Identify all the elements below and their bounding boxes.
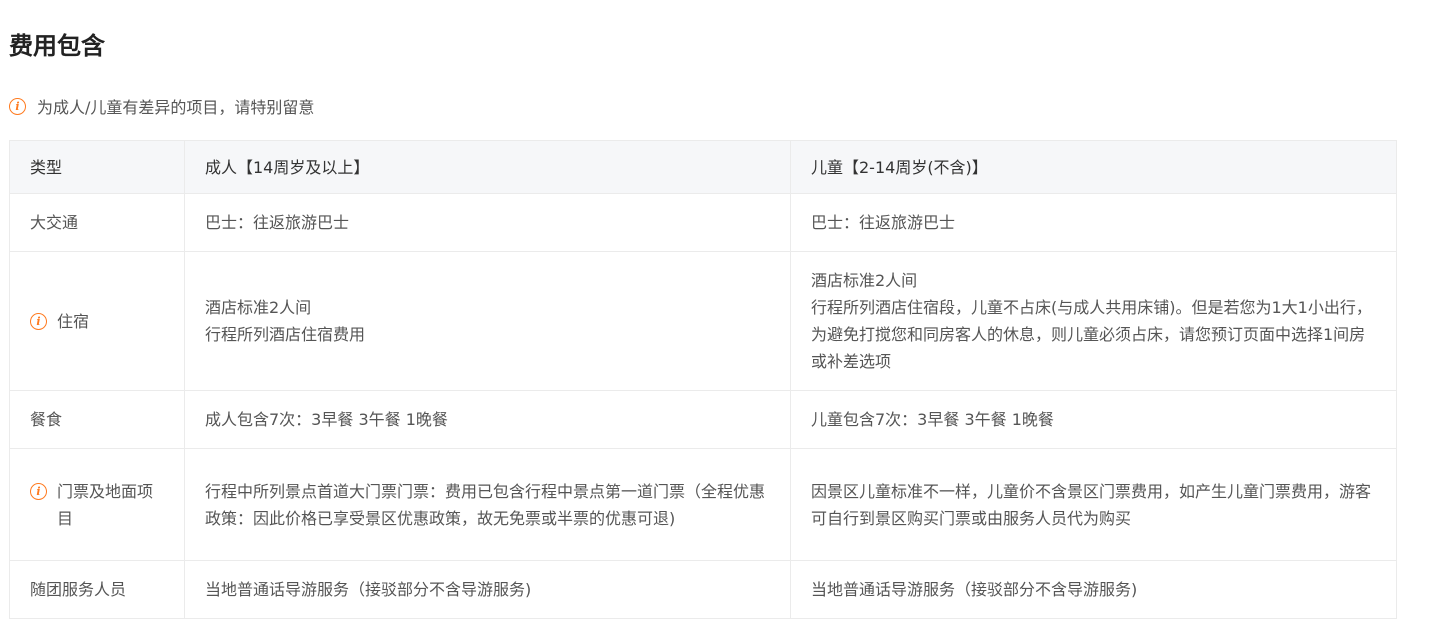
table-row: 餐食 成人包含7次：3早餐 3午餐 1晚餐 儿童包含7次：3早餐 3午餐 1晚餐	[9, 390, 1397, 449]
row-type-label: 随团服务人员	[30, 580, 127, 599]
child-text: 行程所列酒店住宿段，儿童不占床(与成人共用床铺)。但是若您为1大1小出行，为避免…	[811, 298, 1372, 371]
adult-text: 酒店标准2人间	[205, 298, 312, 317]
table-row: 随团服务人员 当地普通话导游服务（接驳部分不含导游服务) 当地普通话导游服务（接…	[9, 560, 1397, 619]
adult-cell: 行程中所列景点首道大门票门票：费用已包含行程中景点第一道门票（全程优惠政策：因此…	[184, 448, 791, 561]
child-cell: 因景区儿童标准不一样，儿童价不含景区门票费用，如产生儿童门票费用，游客可自行到景…	[790, 448, 1397, 561]
table-row: 大交通 巴士：往返旅游巴士 巴士：往返旅游巴士	[9, 193, 1397, 252]
fee-included-table: 类型 成人【14周岁及以上】 儿童【2-14周岁(不含)】 大交通 巴士：往返旅…	[9, 140, 1397, 619]
child-text: 酒店标准2人间	[811, 271, 918, 290]
child-cell: 巴士：往返旅游巴士	[790, 193, 1397, 252]
header-child: 儿童【2-14周岁(不含)】	[790, 140, 1397, 194]
table-header-row: 类型 成人【14周岁及以上】 儿童【2-14周岁(不含)】	[9, 140, 1397, 194]
child-text: 儿童包含7次：3早餐 3午餐 1晚餐	[811, 410, 1054, 429]
table-row: i 住宿 酒店标准2人间 行程所列酒店住宿费用 酒店标准2人间 行程所列酒店住宿…	[9, 251, 1397, 391]
adult-text: 巴士：往返旅游巴士	[205, 213, 350, 232]
header-adult: 成人【14周岁及以上】	[184, 140, 791, 194]
adult-text: 当地普通话导游服务（接驳部分不含导游服务)	[205, 580, 532, 599]
header-type: 类型	[9, 140, 185, 194]
difference-notice: i 为成人/儿童有差异的项目，请特别留意	[9, 94, 314, 118]
row-type-label: 门票及地面项目	[57, 481, 154, 528]
row-type-cell: 餐食	[9, 390, 185, 449]
row-type-cell: 随团服务人员	[9, 560, 185, 619]
row-type-cell: i 门票及地面项目	[9, 448, 185, 561]
adult-text: 行程中所列景点首道大门票门票：费用已包含行程中景点第一道门票（全程优惠政策：因此…	[205, 481, 766, 528]
notice-text: 为成人/儿童有差异的项目，请特别留意	[37, 98, 315, 117]
child-cell: 儿童包含7次：3早餐 3午餐 1晚餐	[790, 390, 1397, 449]
adult-cell: 巴士：往返旅游巴士	[184, 193, 791, 252]
info-circle-icon: i	[9, 97, 26, 115]
child-text: 当地普通话导游服务（接驳部分不含导游服务)	[811, 580, 1138, 599]
child-cell: 酒店标准2人间 行程所列酒店住宿段，儿童不占床(与成人共用床铺)。但是若您为1大…	[790, 251, 1397, 391]
row-type-cell: 大交通	[9, 193, 185, 252]
row-type-label: 大交通	[30, 213, 79, 232]
adult-text: 行程所列酒店住宿费用	[205, 325, 366, 344]
child-text: 因景区儿童标准不一样，儿童价不含景区门票费用，如产生儿童门票费用，游客可自行到景…	[811, 481, 1372, 528]
info-circle-icon: i	[30, 482, 47, 500]
table-row: i 门票及地面项目 行程中所列景点首道大门票门票：费用已包含行程中景点第一道门票…	[9, 448, 1397, 561]
page-title: 费用包含	[9, 32, 105, 60]
child-cell: 当地普通话导游服务（接驳部分不含导游服务)	[790, 560, 1397, 619]
row-type-cell: i 住宿	[9, 251, 185, 391]
adult-text: 成人包含7次：3早餐 3午餐 1晚餐	[205, 410, 448, 429]
row-type-label: 住宿	[57, 311, 90, 331]
adult-cell: 当地普通话导游服务（接驳部分不含导游服务)	[184, 560, 791, 619]
row-type-label: 餐食	[30, 410, 63, 429]
child-text: 巴士：往返旅游巴士	[811, 213, 956, 232]
adult-cell: 成人包含7次：3早餐 3午餐 1晚餐	[184, 390, 791, 449]
adult-cell: 酒店标准2人间 行程所列酒店住宿费用	[184, 251, 791, 391]
info-circle-icon: i	[30, 312, 47, 330]
